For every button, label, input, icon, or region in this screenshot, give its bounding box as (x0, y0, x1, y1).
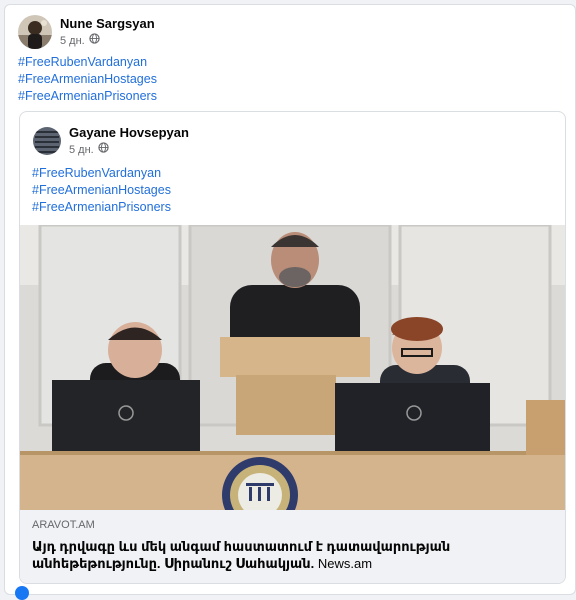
globe-icon (98, 142, 109, 158)
shared-post-header: Gayane Hovsepyan 5 дн. (33, 124, 189, 158)
author-avatar[interactable] (18, 15, 52, 49)
feed-post: Nune Sargsyan 5 дн. #FreeRubenVardanyan … (4, 4, 576, 595)
link-headline: Այդ դրվագը ևս մեկ անգամ հաստատում է դատա… (32, 539, 451, 571)
link-title[interactable]: Այդ դրվագը ևս մեկ անգամ հաստատում է դատա… (32, 538, 555, 572)
shared-author-avatar[interactable] (33, 127, 61, 155)
globe-icon (89, 33, 100, 49)
post-header: Nune Sargsyan 5 дн. (18, 15, 155, 49)
hashtag-link[interactable]: #FreeArmenianPrisoners (18, 88, 157, 105)
hashtag-link[interactable]: #FreeArmenianPrisoners (32, 199, 171, 216)
hashtag-link[interactable]: #FreeArmenianHostages (18, 71, 157, 88)
hashtag-link[interactable]: #FreeArmenianHostages (32, 182, 171, 199)
post-time[interactable]: 5 дн. (60, 34, 85, 49)
link-source: News.am (317, 556, 373, 571)
hashtag-link[interactable]: #FreeRubenVardanyan (18, 54, 157, 71)
post-hashtags: #FreeRubenVardanyan #FreeArmenianHostage… (18, 54, 157, 105)
shared-post-hashtags: #FreeRubenVardanyan #FreeArmenianHostage… (32, 165, 171, 216)
link-preview-footer[interactable]: ARAVOT.AM Այդ դրվագը ևս մեկ անգամ հաստատ… (20, 510, 565, 583)
shared-post-time[interactable]: 5 дн. (69, 143, 94, 158)
shared-author-name[interactable]: Gayane Hovsepyan (69, 124, 189, 141)
link-preview-image[interactable] (20, 225, 565, 510)
reaction-icon[interactable] (15, 586, 29, 600)
shared-post[interactable]: Gayane Hovsepyan 5 дн. #FreeRubenVardany… (19, 111, 566, 584)
link-domain: ARAVOT.AM (32, 519, 95, 531)
hashtag-link[interactable]: #FreeRubenVardanyan (32, 165, 171, 182)
author-name[interactable]: Nune Sargsyan (60, 15, 155, 32)
